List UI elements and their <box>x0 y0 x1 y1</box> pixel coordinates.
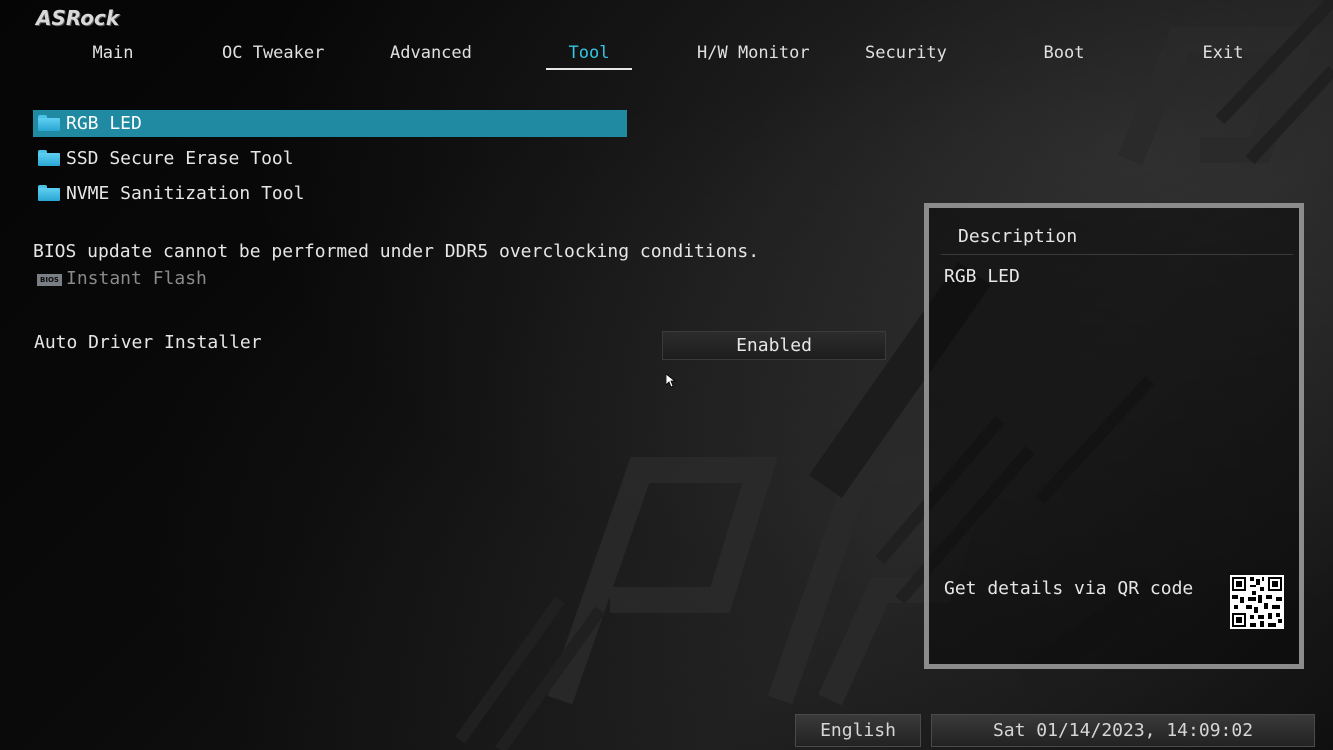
instant-flash-label: Instant Flash <box>66 268 207 289</box>
description-title: Description <box>958 226 1078 247</box>
menu-item-label: SSD Secure Erase Tool <box>66 148 294 169</box>
folder-icon <box>38 185 60 201</box>
bios-chip-icon: BIOS <box>37 274 62 286</box>
description-panel: Description RGB LED Get details via QR c… <box>924 203 1304 669</box>
folder-icon <box>38 115 60 131</box>
tab-advanced[interactable]: Advanced <box>390 40 472 68</box>
tab-oc-tweaker[interactable]: OC Tweaker <box>222 40 324 68</box>
asrock-logo: ASRock <box>36 6 120 30</box>
tab-tool[interactable]: Tool <box>546 40 632 70</box>
qr-code-icon <box>1230 575 1284 629</box>
menu-item-label: RGB LED <box>66 113 142 134</box>
top-navigation: Main OC Tweaker Advanced Tool H/W Monito… <box>0 40 1333 70</box>
tab-security[interactable]: Security <box>865 40 947 68</box>
menu-item-ssd-secure-erase[interactable]: SSD Secure Erase Tool <box>33 145 627 172</box>
tab-exit[interactable]: Exit <box>1200 40 1246 68</box>
instant-flash-item: BIOS Instant Flash <box>37 268 207 289</box>
menu-item-label: NVME Sanitization Tool <box>66 183 305 204</box>
folder-icon <box>38 150 60 166</box>
auto-driver-installer-value[interactable]: Enabled <box>662 331 886 360</box>
mouse-pointer-icon <box>666 374 676 388</box>
tab-hw-monitor[interactable]: H/W Monitor <box>697 40 810 68</box>
tab-main[interactable]: Main <box>88 40 138 68</box>
tab-boot[interactable]: Boot <box>1040 40 1088 68</box>
qr-code-label: Get details via QR code <box>944 578 1194 599</box>
description-text: RGB LED <box>944 266 1020 287</box>
menu-item-nvme-sanitization[interactable]: NVME Sanitization Tool <box>33 180 627 207</box>
language-selector[interactable]: English <box>795 714 921 747</box>
description-divider <box>941 254 1293 255</box>
system-datetime: Sat 01/14/2023, 14:09:02 <box>931 714 1315 747</box>
menu-item-rgb-led[interactable]: RGB LED <box>33 110 627 137</box>
bios-update-notice: BIOS update cannot be performed under DD… <box>33 241 760 262</box>
auto-driver-installer-label: Auto Driver Installer <box>34 332 262 353</box>
